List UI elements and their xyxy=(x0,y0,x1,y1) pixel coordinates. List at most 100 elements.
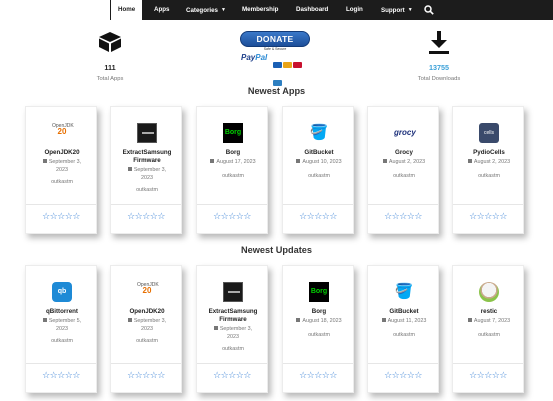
navbar-bar xyxy=(110,0,553,20)
app-author[interactable]: outkastm xyxy=(455,332,523,338)
openjdk-icon-number: 20 xyxy=(57,127,67,136)
total-downloads-stat: 13755 Total Downloads xyxy=(411,31,467,82)
app-card[interactable]: grocy Grocy August 2, 2023 outkastm ☆☆☆☆… xyxy=(367,106,439,234)
nav-support[interactable]: Support ▼ xyxy=(381,0,413,20)
app-card[interactable]: qb qBittorrent September 5, 2023 outkastm… xyxy=(25,265,97,393)
rating-stars[interactable]: ☆☆☆☆☆ xyxy=(197,370,267,381)
total-apps-value: 111 xyxy=(104,63,116,72)
app-title[interactable]: ExtractSamsung Firmware xyxy=(199,308,267,323)
app-date: September 3, 2023 xyxy=(113,318,181,333)
app-date: September 5, 2023 xyxy=(28,318,96,333)
rating-stars[interactable]: ☆☆☆☆☆ xyxy=(453,370,523,381)
card-divider xyxy=(283,363,353,364)
total-downloads-value: 13755 xyxy=(429,63,449,72)
app-card[interactable]: Borg Borg August 17, 2023 outkastm ☆☆☆☆☆ xyxy=(196,106,268,234)
app-card[interactable]: restic August 7, 2023 outkastm ☆☆☆☆☆ xyxy=(452,265,524,393)
app-title[interactable]: ExtractSamsung Firmware xyxy=(113,149,181,164)
app-date-text: August 7, 2023 xyxy=(473,318,511,324)
total-downloads-label: Total Downloads xyxy=(417,76,461,82)
app-card[interactable]: 🪣 GitBucket August 11, 2023 outkastm ☆☆☆… xyxy=(367,265,439,393)
rating-stars[interactable]: ☆☆☆☆☆ xyxy=(197,211,267,222)
nav-dashboard[interactable]: Dashboard xyxy=(296,0,328,20)
app-title[interactable]: OpenJDK20 xyxy=(28,149,96,157)
app-date: August 7, 2023 xyxy=(455,318,523,326)
rating-stars[interactable]: ☆☆☆☆☆ xyxy=(26,211,96,222)
rating-stars[interactable]: ☆☆☆☆☆ xyxy=(453,211,523,222)
rating-stars[interactable]: ☆☆☆☆☆ xyxy=(111,211,181,222)
app-author[interactable]: outkastm xyxy=(199,346,267,352)
app-date: September 3, 2023 xyxy=(28,159,96,174)
app-title[interactable]: Borg xyxy=(199,149,267,157)
app-author[interactable]: outkastm xyxy=(455,173,523,179)
app-title[interactable]: GitBucket xyxy=(370,308,438,316)
app-date: August 11, 2023 xyxy=(370,318,438,326)
rating-stars[interactable]: ☆☆☆☆☆ xyxy=(26,370,96,381)
app-card[interactable]: OpenJDK 20 OpenJDK20 September 3, 2023 out… xyxy=(110,265,182,393)
app-author[interactable]: outkastm xyxy=(199,173,267,179)
rating-stars[interactable]: ☆☆☆☆☆ xyxy=(283,211,353,222)
app-date-text: September 3, xyxy=(48,159,82,165)
qbittorrent-icon: qb xyxy=(52,282,72,302)
app-title[interactable]: GitBucket xyxy=(285,149,353,157)
box-icon xyxy=(99,32,121,52)
calendar-icon xyxy=(213,326,218,330)
app-author[interactable]: outkastm xyxy=(285,332,353,338)
rating-stars[interactable]: ☆☆☆☆☆ xyxy=(111,370,181,381)
card-divider xyxy=(453,204,523,205)
app-card[interactable]: ExtractSamsung Firmware September 3, 2023… xyxy=(110,106,182,234)
app-title[interactable]: OpenJDK20 xyxy=(113,308,181,316)
nav-membership[interactable]: Membership xyxy=(242,0,278,20)
calendar-icon xyxy=(381,318,386,322)
app-author[interactable]: outkastm xyxy=(113,187,181,193)
app-card[interactable]: ExtractSamsung Firmware September 3, 2023… xyxy=(196,265,268,393)
rating-stars[interactable]: ☆☆☆☆☆ xyxy=(283,370,353,381)
card-divider xyxy=(453,363,523,364)
app-card[interactable]: Borg Borg August 18, 2023 outkastm ☆☆☆☆☆ xyxy=(282,265,354,393)
app-date: August 10, 2023 xyxy=(285,159,353,167)
app-author[interactable]: outkastm xyxy=(28,338,96,344)
total-apps-label: Total Apps xyxy=(96,76,124,82)
app-title[interactable]: restic xyxy=(455,308,523,316)
grocy-icon: grocy xyxy=(394,128,416,137)
pydio-icon: cells xyxy=(479,123,499,143)
app-date: August 2, 2023 xyxy=(370,159,438,167)
nav-apps[interactable]: Apps xyxy=(154,0,169,20)
app-date-year: 2023 xyxy=(56,166,68,173)
donate-button[interactable]: DONATE xyxy=(240,31,310,47)
app-date: September 3, 2023 xyxy=(199,326,267,341)
app-title[interactable]: Borg xyxy=(285,308,353,316)
calendar-icon xyxy=(467,318,472,322)
nav-categories[interactable]: Categories ▼ xyxy=(186,0,226,20)
app-author[interactable]: outkastm xyxy=(28,179,96,185)
app-date-text: September 3, xyxy=(133,167,167,173)
app-card[interactable]: OpenJDK 20 OpenJDK20 September 3, 2023 out… xyxy=(25,106,97,234)
calendar-icon xyxy=(42,318,47,322)
app-author[interactable]: outkastm xyxy=(113,338,181,344)
app-title[interactable]: Grocy xyxy=(370,149,438,157)
app-author[interactable]: outkastm xyxy=(285,173,353,179)
app-author[interactable]: outkastm xyxy=(370,173,438,179)
nav-home[interactable]: Home xyxy=(111,0,143,20)
calendar-icon xyxy=(467,159,472,163)
card-divider xyxy=(197,204,267,205)
app-date-text: August 2, 2023 xyxy=(473,159,511,165)
extract-samsung-icon xyxy=(137,123,157,143)
app-card[interactable]: cells PydioCells August 2, 2023 outkastm… xyxy=(452,106,524,234)
app-date-text: September 3, xyxy=(133,318,167,324)
card-divider xyxy=(197,363,267,364)
search-icon[interactable] xyxy=(424,5,434,15)
rating-stars[interactable]: ☆☆☆☆☆ xyxy=(368,211,438,222)
donate-widget[interactable]: DONATE Safe & Secure PayPal xyxy=(238,31,312,86)
chevron-down-icon: ▼ xyxy=(220,7,226,13)
total-apps-stat: 111 Total Apps xyxy=(85,31,135,82)
app-card[interactable]: 🪣 GitBucket August 10, 2023 outkastm ☆☆☆… xyxy=(282,106,354,234)
card-divider xyxy=(368,363,438,364)
app-date-text: August 2, 2023 xyxy=(388,159,426,165)
app-date-year: 2023 xyxy=(56,325,68,332)
app-title[interactable]: PydioCells xyxy=(455,149,523,157)
calendar-icon xyxy=(127,318,132,322)
rating-stars[interactable]: ☆☆☆☆☆ xyxy=(368,370,438,381)
app-title[interactable]: qBittorrent xyxy=(28,308,96,316)
nav-login[interactable]: Login xyxy=(346,0,363,20)
app-author[interactable]: outkastm xyxy=(370,332,438,338)
